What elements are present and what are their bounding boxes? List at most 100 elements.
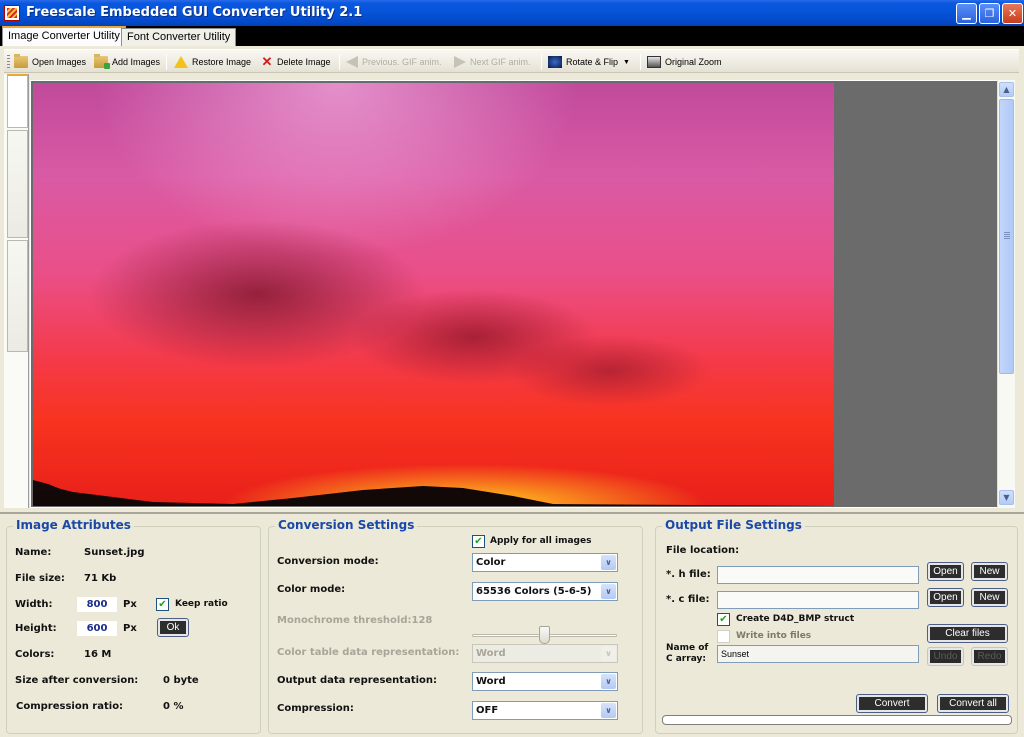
folder-add-icon [94, 54, 110, 69]
title-bar[interactable]: Freescale Embedded GUI Converter Utility… [0, 0, 1024, 26]
chevron-down-icon[interactable]: ∨ [601, 584, 616, 599]
name-value: Sunset.jpg [84, 547, 145, 558]
image-thumbnail-tab[interactable] [7, 240, 28, 352]
c-array-name-input[interactable]: Sunset [717, 645, 919, 663]
chevron-down-icon[interactable]: ∨ [601, 646, 616, 661]
close-button[interactable]: ✕ [1002, 3, 1023, 24]
minimize-button[interactable]: ▁ [956, 3, 977, 24]
scroll-thumb[interactable] [999, 99, 1014, 374]
image-thumbnail-tab[interactable] [7, 130, 28, 238]
slider-thumb[interactable] [539, 626, 551, 644]
output-data-select[interactable]: Word ∨ [472, 672, 618, 691]
toolbar-separator [640, 54, 641, 70]
delete-x-icon: ✕ [261, 54, 273, 69]
image-list-panel [4, 74, 29, 508]
clear-files-button[interactable]: Clear files [927, 624, 1008, 643]
arrow-left-icon [346, 56, 358, 68]
convert-button[interactable]: Convert [856, 694, 928, 713]
compression-value: OFF [476, 705, 499, 716]
scroll-up-button[interactable]: ▲ [999, 82, 1014, 97]
conversion-mode-select[interactable]: Color ∨ [472, 553, 618, 572]
toolbar-grip[interactable] [7, 55, 10, 69]
conversion-progress-bar [662, 715, 1012, 725]
file-size-label: File size: [15, 573, 65, 584]
sunset-image [33, 83, 834, 506]
height-input[interactable]: 600 [77, 621, 117, 636]
toolbar-separator [339, 54, 340, 70]
file-location-label: File location: [666, 545, 740, 556]
create-struct-label: Create D4D_BMP struct [736, 614, 855, 624]
rotate-flip-label: Rotate & Flip [566, 57, 619, 67]
undo-button[interactable]: Undo [927, 647, 964, 666]
colors-value: 16 M [84, 649, 112, 660]
name-label: Name: [15, 547, 52, 558]
c-file-open-button[interactable]: Open [927, 588, 964, 607]
conversion-settings-group: Conversion Settings ✔ Apply for all imag… [268, 518, 643, 734]
size-after-conversion-label: Size after conversion: [15, 675, 139, 686]
image-preview-canvas[interactable] [30, 80, 998, 508]
image-attributes-group: Image Attributes Name: Sunset.jpg File s… [6, 518, 261, 734]
app-window: Freescale Embedded GUI Converter Utility… [0, 0, 1024, 737]
vertical-scrollbar[interactable]: ▲ ▼ [997, 80, 1015, 508]
restore-image-button[interactable]: Restore Image [174, 53, 251, 71]
chevron-down-icon[interactable]: ∨ [601, 703, 616, 718]
original-zoom-icon [647, 56, 661, 68]
arrow-right-icon [454, 56, 466, 68]
app-logo-icon [4, 5, 20, 21]
write-files-checkbox[interactable] [717, 630, 730, 643]
chevron-down-icon[interactable]: ∨ [601, 555, 616, 570]
rotate-flip-dropdown[interactable]: Rotate & Flip ▼ [548, 53, 630, 71]
width-label: Width: [15, 599, 53, 610]
keep-ratio-checkbox[interactable]: ✔ [156, 598, 169, 611]
original-zoom-button[interactable]: Original Zoom [647, 53, 722, 71]
previous-gif-label: Previous. GIF anim. [362, 57, 442, 67]
conversion-mode-label: Conversion mode: [277, 556, 379, 567]
conversion-settings-title: Conversion Settings [275, 518, 418, 532]
previous-gif-button[interactable]: Previous. GIF anim. [346, 53, 442, 71]
colors-label: Colors: [15, 649, 55, 660]
image-attributes-title: Image Attributes [13, 518, 134, 532]
redo-button[interactable]: Redo [971, 647, 1008, 666]
compression-ratio-value: 0 % [163, 701, 184, 712]
compression-select[interactable]: OFF ∨ [472, 701, 618, 720]
h-file-label: *. h file: [666, 569, 711, 580]
open-images-button[interactable]: Open Images [14, 53, 86, 71]
window-title: Freescale Embedded GUI Converter Utility… [26, 5, 363, 20]
output-data-value: Word [476, 676, 506, 687]
h-file-open-button[interactable]: Open [927, 562, 964, 581]
c-file-input[interactable] [717, 591, 919, 609]
tab-font-converter[interactable]: Font Converter Utility [121, 28, 237, 46]
h-file-input[interactable] [717, 566, 919, 584]
chevron-down-icon: ▼ [623, 58, 630, 66]
ok-button[interactable]: Ok [157, 618, 189, 637]
delete-image-button[interactable]: ✕ Delete Image [261, 53, 331, 71]
color-table-select[interactable]: Word ∨ [472, 644, 618, 663]
convert-all-button[interactable]: Convert all [937, 694, 1009, 713]
h-file-new-button[interactable]: New [971, 562, 1008, 581]
tab-image-converter[interactable]: Image Converter Utility [2, 26, 126, 46]
scroll-down-button[interactable]: ▼ [999, 490, 1014, 505]
tab-strip: Image Converter Utility Font Converter U… [0, 26, 1024, 46]
image-thumbnail-tab[interactable] [7, 74, 28, 128]
chevron-down-icon[interactable]: ∨ [601, 674, 616, 689]
monochrome-threshold-label: Monochrome threshold:128 [277, 615, 433, 626]
compression-ratio-label: Compression ratio: [16, 701, 124, 712]
warning-icon [174, 56, 188, 68]
output-data-label: Output data representation: [277, 675, 438, 686]
size-after-conversion-value: 0 byte [163, 675, 199, 686]
file-size-value: 71 Kb [84, 573, 117, 584]
color-mode-label: Color mode: [277, 584, 346, 595]
output-file-settings-title: Output File Settings [662, 518, 805, 532]
open-images-label: Open Images [32, 57, 87, 67]
color-mode-select[interactable]: 65536 Colors (5-6-5) ∨ [472, 582, 618, 601]
next-gif-button[interactable]: Next GIF anim. [454, 53, 531, 71]
apply-all-checkbox[interactable]: ✔ [472, 535, 485, 548]
restore-button[interactable]: ❐ [979, 3, 1000, 24]
c-file-new-button[interactable]: New [971, 588, 1008, 607]
add-images-button[interactable]: Add Images [94, 53, 160, 71]
width-input[interactable]: 800 [77, 597, 117, 612]
color-mode-value: 65536 Colors (5-6-5) [476, 586, 592, 597]
folder-icon [14, 54, 28, 68]
write-files-label: Write into files [736, 631, 812, 641]
create-struct-checkbox[interactable]: ✔ [717, 613, 730, 626]
